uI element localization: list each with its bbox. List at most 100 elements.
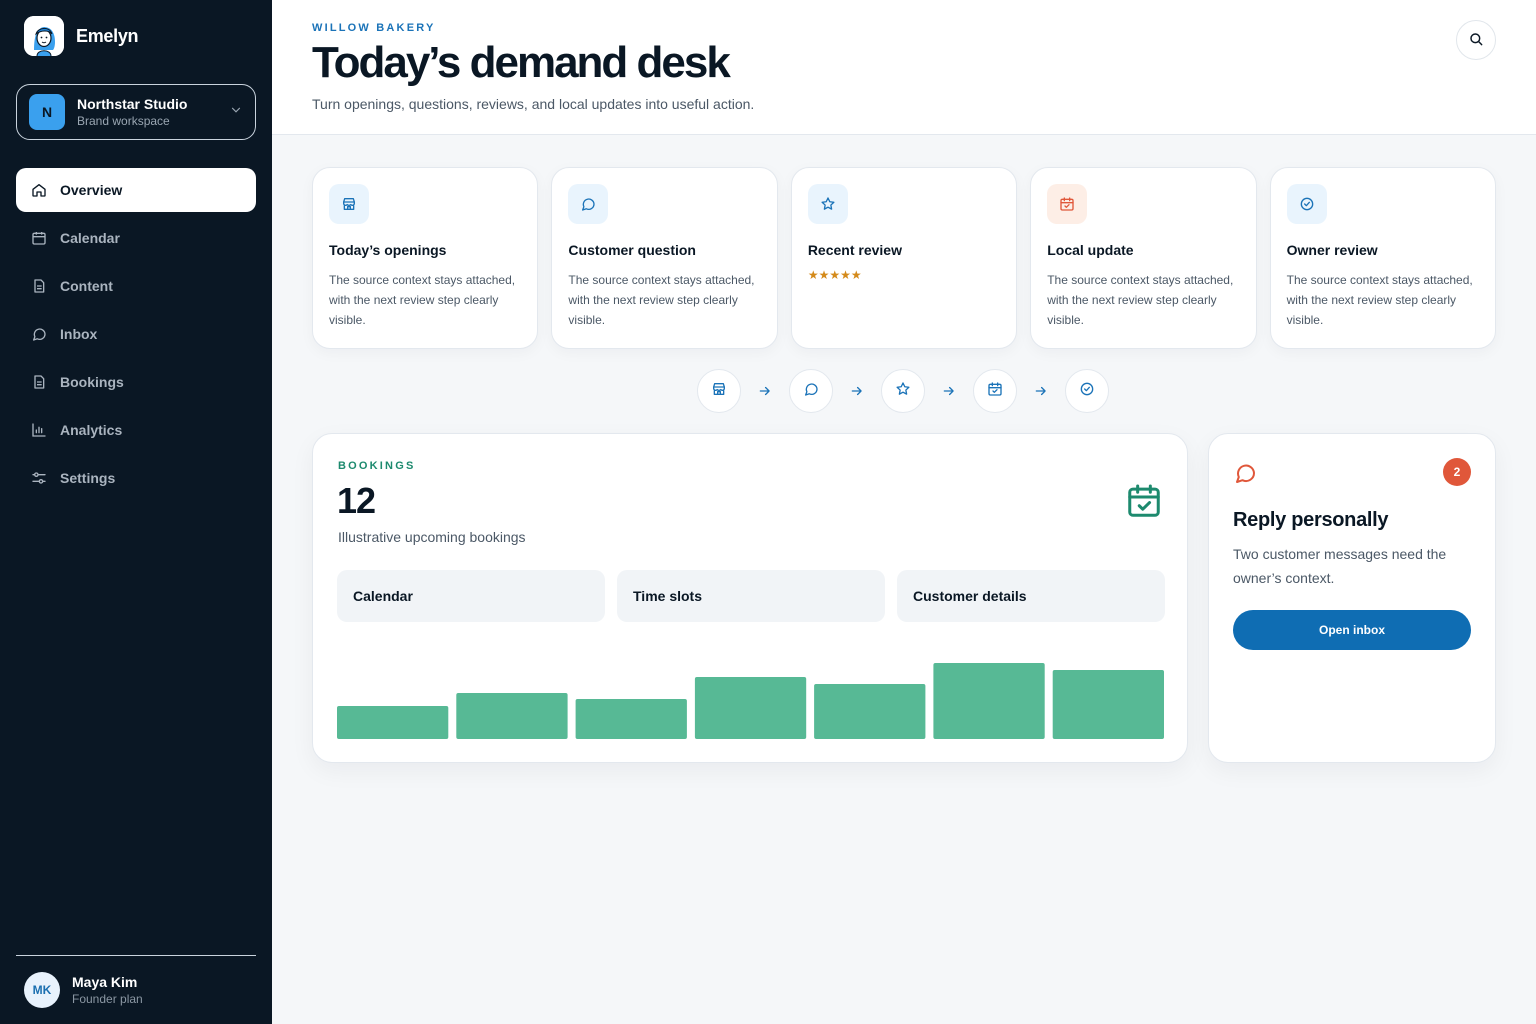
workspace-name: Northstar Studio [77, 96, 188, 112]
card-body: The source context stays attached, with … [1286, 273, 1473, 327]
arrow-right-icon [1017, 384, 1065, 398]
chart-bar [814, 684, 926, 739]
user-plan: Founder plan [72, 992, 143, 1006]
bar-chart-icon [30, 421, 48, 439]
storefront-icon [711, 381, 727, 402]
page-subtitle: Turn openings, questions, reviews, and l… [312, 96, 755, 112]
chip-customer-details[interactable]: Customer details [897, 570, 1165, 622]
sidebar-item-label: Calendar [60, 230, 120, 246]
flow-step-owner-review[interactable] [1065, 369, 1109, 413]
brand[interactable]: Emelyn [24, 16, 139, 56]
open-inbox-button[interactable]: Open inbox [1233, 610, 1471, 650]
page-title: Today’s demand desk [312, 38, 731, 87]
chevron-down-icon [229, 103, 243, 122]
sidebar-item-settings[interactable]: Settings [16, 456, 256, 500]
brand-logo-icon [24, 16, 64, 56]
card-title: Today’s openings [329, 242, 447, 258]
sidebar-item-analytics[interactable]: Analytics [16, 408, 256, 452]
card-body: The source context stays attached, with … [329, 273, 516, 327]
bookings-description: Illustrative upcoming bookings [338, 529, 526, 545]
arrow-right-icon [741, 384, 789, 398]
unread-badge: 2 [1443, 458, 1471, 486]
chat-icon [30, 325, 48, 343]
sidebar-item-label: Content [60, 278, 113, 294]
card-recent-review[interactable]: Recent review ★★★★★ [790, 167, 1018, 349]
bookings-heading: BOOKINGS [338, 460, 416, 472]
calendar-icon [30, 229, 48, 247]
sidebar-item-label: Analytics [60, 422, 123, 438]
sidebar-item-overview[interactable]: Overview [16, 168, 256, 212]
calendar-check-icon [1125, 482, 1163, 525]
user-profile[interactable]: MK Maya Kim Founder plan [24, 972, 143, 1008]
bookings-bar-chart [337, 663, 1164, 739]
sidebar-item-bookings[interactable]: Bookings [16, 360, 256, 404]
reply-body: Two customer messages need the owner’s c… [1233, 546, 1447, 586]
card-todays-openings[interactable]: Today’s openings The source context stay… [312, 167, 539, 349]
chart-bar [337, 706, 449, 739]
chat-icon [568, 184, 609, 224]
chart-bar [694, 677, 807, 739]
flow-step-question[interactable] [789, 369, 833, 413]
arrow-right-icon [833, 384, 881, 398]
workspace-avatar: N [29, 94, 65, 130]
card-local-update[interactable]: Local update The source context stays at… [1030, 167, 1257, 349]
chart-bar [456, 693, 568, 739]
storefront-icon [329, 184, 369, 224]
chip-calendar[interactable]: Calendar [337, 570, 605, 622]
star-icon [895, 381, 911, 402]
card-title: Local update [1047, 242, 1134, 258]
chat-icon [803, 381, 819, 402]
brand-name: Emelyn [76, 25, 139, 46]
bookings-count: 12 [337, 480, 376, 521]
bookings-panel: BOOKINGS 12 Illustrative upcoming bookin… [312, 433, 1188, 763]
signal-cards: Today’s openings The source context stay… [312, 167, 1497, 349]
bookings-chips: Calendar Time slots Customer details [337, 570, 1165, 622]
sidebar-item-inbox[interactable]: Inbox [16, 312, 256, 356]
chart-bar [1052, 670, 1164, 739]
sidebar-divider [16, 955, 256, 956]
home-icon [30, 181, 48, 199]
arrow-right-icon [925, 384, 973, 398]
card-title: Recent review [807, 242, 902, 258]
flow-step-review[interactable] [881, 369, 925, 413]
calendar-check-icon [1047, 184, 1088, 224]
reply-panel: 2 Reply personally Two customer messages… [1208, 433, 1496, 763]
card-body: The source context stays attached, with … [568, 273, 755, 327]
sliders-icon [30, 469, 48, 487]
avatar: MK [24, 972, 60, 1008]
star-icon [807, 184, 848, 224]
reply-title: Reply personally [1233, 509, 1389, 531]
sidebar-item-label: Inbox [60, 326, 98, 342]
chat-icon [1233, 461, 1257, 490]
card-owner-review[interactable]: Owner review The source context stays at… [1269, 167, 1497, 349]
business-name: WILLOW BAKERY [312, 22, 436, 34]
sidebar: Emelyn N Northstar Studio Brand workspac… [0, 0, 272, 1024]
card-customer-question[interactable]: Customer question The source context sta… [551, 167, 778, 349]
workspace-subtitle: Brand workspace [77, 114, 170, 128]
sidebar-item-calendar[interactable]: Calendar [16, 216, 256, 260]
sidebar-nav: Overview Calendar Content Inbox Bookings [16, 168, 256, 504]
card-title: Customer question [568, 242, 696, 258]
user-name: Maya Kim [72, 974, 138, 990]
flow-step-update[interactable] [973, 369, 1017, 413]
card-title: Owner review [1286, 242, 1378, 258]
chart-bar [575, 699, 687, 739]
document-icon [30, 277, 48, 295]
chart-bar [933, 663, 1045, 739]
flow-step-openings[interactable] [697, 369, 741, 413]
sidebar-item-label: Settings [60, 470, 116, 486]
check-circle-icon [1079, 381, 1095, 402]
sidebar-item-label: Overview [60, 182, 123, 198]
card-body: The source context stays attached, with … [1047, 273, 1234, 327]
chip-time-slots[interactable]: Time slots [617, 570, 885, 622]
document-icon [30, 373, 48, 391]
sidebar-item-content[interactable]: Content [16, 264, 256, 308]
page-header: WILLOW BAKERY Today’s demand desk Turn o… [272, 0, 1536, 135]
check-circle-icon [1286, 184, 1327, 224]
search-button[interactable] [1456, 20, 1496, 60]
workspace-switcher[interactable]: N Northstar Studio Brand workspace [16, 84, 256, 140]
sidebar-item-label: Bookings [60, 374, 124, 390]
rating-stars: ★★★★★ [807, 268, 862, 282]
workflow-steps [697, 369, 1109, 413]
search-icon [1468, 31, 1484, 50]
